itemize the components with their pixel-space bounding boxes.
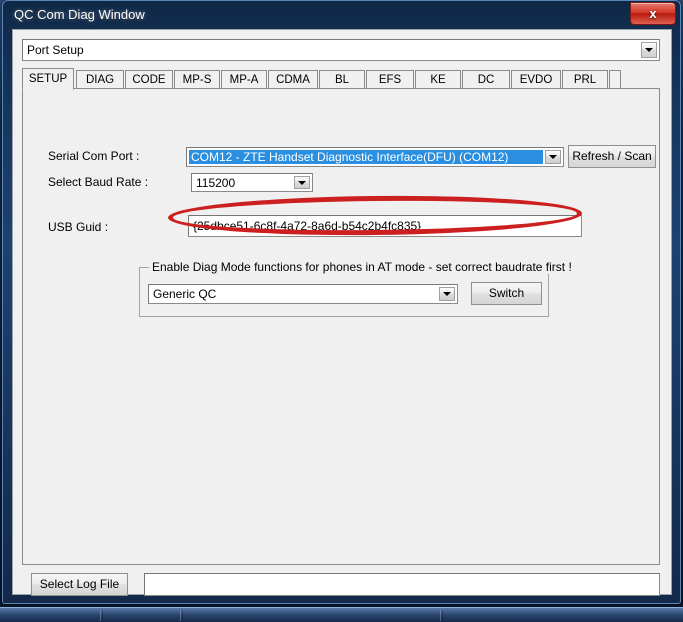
serial-com-port-value: COM12 - ZTE Handset Diagnostic Interface… bbox=[189, 150, 543, 164]
refresh-scan-button[interactable]: Refresh / Scan bbox=[568, 145, 656, 168]
tab-mp-a[interactable]: MP-A bbox=[221, 70, 267, 89]
tab-diag[interactable]: DIAG bbox=[76, 70, 124, 89]
tab-evdo[interactable]: EVDO bbox=[511, 70, 561, 89]
serial-com-port-label: Serial Com Port : bbox=[48, 149, 140, 163]
tab-bl[interactable]: BL bbox=[319, 70, 365, 89]
baud-rate-combo[interactable]: 115200 bbox=[191, 173, 313, 192]
baud-rate-label: Select Baud Rate : bbox=[48, 175, 149, 189]
page-select-value: Port Setup bbox=[27, 43, 84, 57]
window-titlebar[interactable]: QC Com Diag Window x bbox=[3, 1, 680, 31]
window-title: QC Com Diag Window bbox=[14, 7, 145, 22]
usb-guid-label: USB Guid : bbox=[48, 220, 109, 234]
window-client-area: Port Setup SETUP DIAG CODE MP-S MP-A CDM… bbox=[12, 29, 672, 596]
log-file-path-input[interactable] bbox=[144, 573, 660, 596]
close-icon: x bbox=[649, 6, 657, 21]
baud-rate-value: 115200 bbox=[196, 175, 236, 190]
tab-code[interactable]: CODE bbox=[125, 70, 173, 89]
tab-dc[interactable]: DC bbox=[462, 70, 510, 89]
diag-mode-combo[interactable]: Generic QC bbox=[148, 284, 458, 304]
chevron-down-icon[interactable] bbox=[545, 150, 561, 164]
tab-spacer bbox=[609, 70, 621, 89]
page-select-combo[interactable]: Port Setup bbox=[22, 39, 660, 61]
close-button[interactable]: x bbox=[630, 2, 676, 25]
tab-mp-s[interactable]: MP-S bbox=[174, 70, 220, 89]
taskbar[interactable] bbox=[0, 607, 683, 622]
usb-guid-input[interactable]: {25dbce51-6c8f-4a72-8a6d-b54c2b4fc835} bbox=[188, 215, 582, 237]
qc-com-diag-window: QC Com Diag Window x Port Setup SETUP DI… bbox=[2, 0, 681, 604]
tabstrip: SETUP DIAG CODE MP-S MP-A CDMA BL EFS KE… bbox=[22, 68, 660, 90]
taskbar-divider bbox=[440, 610, 443, 621]
taskbar-divider bbox=[100, 610, 103, 621]
taskbar-divider bbox=[180, 610, 183, 621]
diag-mode-groupbox: Enable Diag Mode functions for phones in… bbox=[139, 260, 575, 317]
tab-setup[interactable]: SETUP bbox=[22, 68, 74, 90]
setup-tab-page: Serial Com Port : COM12 - ZTE Handset Di… bbox=[22, 88, 660, 565]
chevron-down-icon[interactable] bbox=[439, 287, 455, 301]
chevron-down-icon[interactable] bbox=[641, 42, 657, 58]
desktop-background: QC Com Diag Window x Port Setup SETUP DI… bbox=[0, 0, 683, 622]
diag-mode-groupbox-legend: Enable Diag Mode functions for phones in… bbox=[149, 260, 575, 274]
tab-prl[interactable]: PRL bbox=[562, 70, 608, 89]
switch-button[interactable]: Switch bbox=[471, 282, 542, 305]
serial-com-port-combo[interactable]: COM12 - ZTE Handset Diagnostic Interface… bbox=[186, 147, 564, 167]
tab-cdma[interactable]: CDMA bbox=[268, 70, 318, 89]
tab-ke[interactable]: KE bbox=[415, 70, 461, 89]
chevron-down-icon[interactable] bbox=[294, 176, 310, 189]
diag-mode-value: Generic QC bbox=[153, 287, 217, 301]
select-log-file-button[interactable]: Select Log File bbox=[31, 573, 128, 596]
tab-efs[interactable]: EFS bbox=[366, 70, 414, 89]
